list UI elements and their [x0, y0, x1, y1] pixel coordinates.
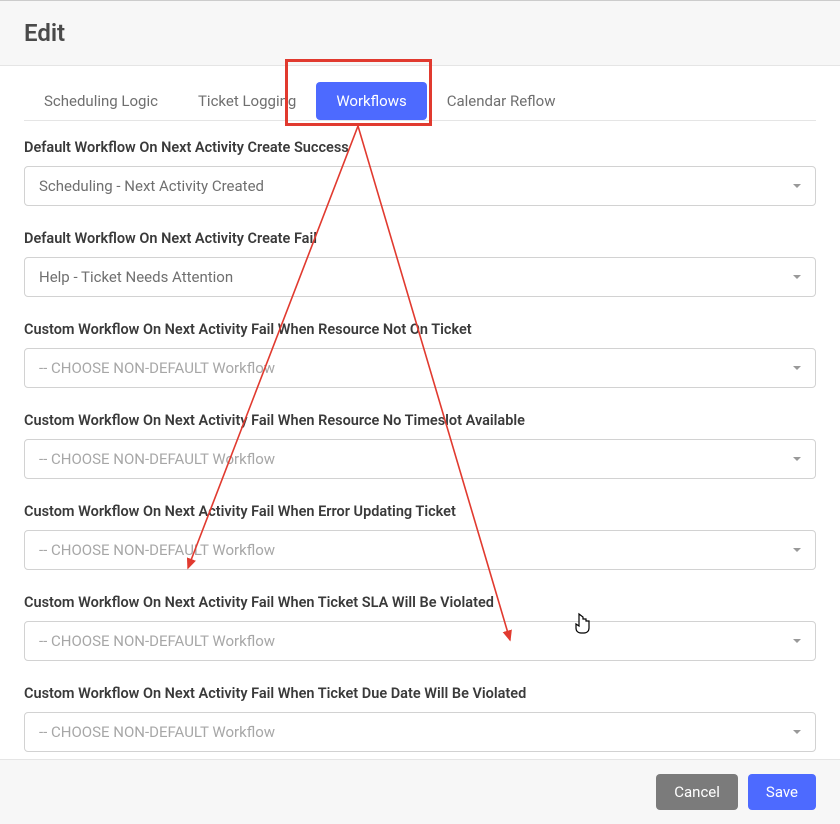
select-value: -- CHOOSE NON-DEFAULT Workflow	[39, 723, 275, 741]
modal-footer: Cancel Save	[0, 759, 840, 824]
label-error-updating: Custom Workflow On Next Activity Fail Wh…	[24, 503, 816, 520]
chevron-down-icon	[793, 730, 801, 734]
select-error-updating[interactable]: -- CHOOSE NON-DEFAULT Workflow	[24, 530, 816, 570]
label-no-timeslot: Custom Workflow On Next Activity Fail Wh…	[24, 412, 816, 429]
tab-ticket-logging[interactable]: Ticket Logging	[178, 82, 316, 120]
form-group-no-timeslot: Custom Workflow On Next Activity Fail Wh…	[24, 412, 816, 479]
form-group-resource-not-on-ticket: Custom Workflow On Next Activity Fail Wh…	[24, 321, 816, 388]
form-group-sla-violated: Custom Workflow On Next Activity Fail Wh…	[24, 594, 816, 661]
form-group-default-fail: Default Workflow On Next Activity Create…	[24, 230, 816, 297]
label-default-success: Default Workflow On Next Activity Create…	[24, 139, 816, 156]
tabs-container: Scheduling Logic Ticket Logging Workflow…	[0, 82, 840, 121]
tabs: Scheduling Logic Ticket Logging Workflow…	[24, 82, 816, 121]
form-group-default-success: Default Workflow On Next Activity Create…	[24, 139, 816, 206]
chevron-down-icon	[793, 275, 801, 279]
tab-scheduling-logic[interactable]: Scheduling Logic	[24, 82, 178, 120]
tab-calendar-reflow[interactable]: Calendar Reflow	[427, 82, 576, 120]
select-default-fail[interactable]: Help - Ticket Needs Attention	[24, 257, 816, 297]
tab-workflows[interactable]: Workflows	[316, 82, 426, 120]
chevron-down-icon	[793, 639, 801, 643]
select-value: -- CHOOSE NON-DEFAULT Workflow	[39, 450, 275, 468]
form-group-error-updating: Custom Workflow On Next Activity Fail Wh…	[24, 503, 816, 570]
form-content: Default Workflow On Next Activity Create…	[0, 121, 840, 752]
label-due-date-violated: Custom Workflow On Next Activity Fail Wh…	[24, 685, 816, 702]
chevron-down-icon	[793, 457, 801, 461]
select-value: -- CHOOSE NON-DEFAULT Workflow	[39, 359, 275, 377]
save-button[interactable]: Save	[748, 774, 816, 810]
label-resource-not-on-ticket: Custom Workflow On Next Activity Fail Wh…	[24, 321, 816, 338]
form-group-due-date-violated: Custom Workflow On Next Activity Fail Wh…	[24, 685, 816, 752]
select-default-success[interactable]: Scheduling - Next Activity Created	[24, 166, 816, 206]
chevron-down-icon	[793, 548, 801, 552]
select-value: Help - Ticket Needs Attention	[39, 268, 233, 286]
chevron-down-icon	[793, 366, 801, 370]
page-title: Edit	[24, 19, 816, 47]
label-sla-violated: Custom Workflow On Next Activity Fail Wh…	[24, 594, 816, 611]
modal-header: Edit	[0, 0, 840, 66]
select-value: -- CHOOSE NON-DEFAULT Workflow	[39, 632, 275, 650]
select-value: -- CHOOSE NON-DEFAULT Workflow	[39, 541, 275, 559]
select-sla-violated[interactable]: -- CHOOSE NON-DEFAULT Workflow	[24, 621, 816, 661]
select-no-timeslot[interactable]: -- CHOOSE NON-DEFAULT Workflow	[24, 439, 816, 479]
select-resource-not-on-ticket[interactable]: -- CHOOSE NON-DEFAULT Workflow	[24, 348, 816, 388]
select-value: Scheduling - Next Activity Created	[39, 177, 264, 195]
label-default-fail: Default Workflow On Next Activity Create…	[24, 230, 816, 247]
select-due-date-violated[interactable]: -- CHOOSE NON-DEFAULT Workflow	[24, 712, 816, 752]
chevron-down-icon	[793, 184, 801, 188]
cancel-button[interactable]: Cancel	[656, 774, 738, 810]
